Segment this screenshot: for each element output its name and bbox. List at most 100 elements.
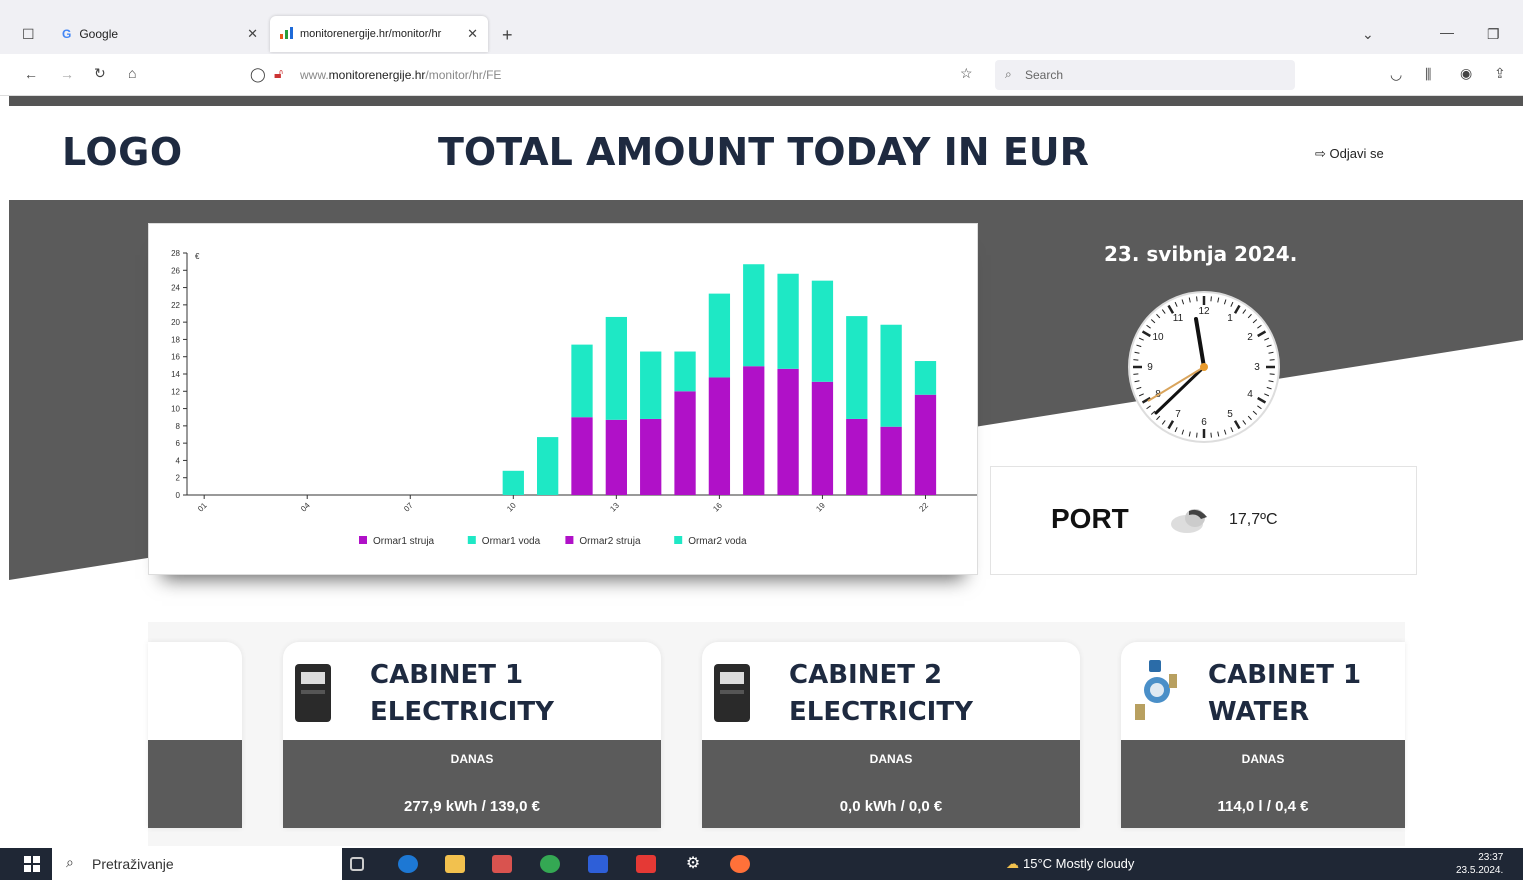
weather-card: PORT 17,7ºC	[990, 466, 1417, 575]
analog-clock: 1212 345 678 91011	[1128, 291, 1280, 443]
card-title-line2: ELECTRICITY	[370, 697, 554, 727]
bar-segment	[708, 377, 731, 495]
search-icon: ⌕	[66, 854, 74, 870]
bar-segment	[502, 470, 524, 495]
card-title-line1: CABINET 1	[370, 660, 524, 690]
clock-tick	[1269, 373, 1275, 375]
tab-label: monitorenergije.hr/monitor/hr	[300, 28, 442, 40]
close-icon[interactable]: ✕	[247, 26, 258, 42]
tray-date: 23.5.2024.	[1456, 865, 1504, 876]
tab-google[interactable]: G Google ✕	[52, 16, 268, 52]
bar-segment	[674, 351, 696, 392]
restore-icon[interactable]: ❐	[1487, 27, 1500, 41]
bar-segment	[571, 344, 593, 418]
svg-text:9: 9	[1147, 362, 1153, 373]
legend-label: Ormar2 struja	[579, 536, 641, 547]
cabinet-card-partial[interactable]	[148, 642, 242, 828]
chevron-down-icon[interactable]: ⌄	[1362, 27, 1374, 41]
date-label: 23. svibnja 2024.	[1104, 242, 1298, 266]
url-bar[interactable]: www. monitorenergije.hr/monitor/hr/FE	[240, 60, 990, 90]
water-meter-icon	[1135, 660, 1177, 720]
stacked-bar-chart: €024681012141618202224262801 04 07 10 13 16 19…	[171, 249, 977, 547]
forward-icon[interactable]: →	[60, 67, 74, 81]
clock-tick	[1269, 359, 1275, 361]
bar-segment	[914, 394, 937, 495]
logo[interactable]: LOGO	[62, 130, 183, 174]
library-icon[interactable]: ⫼	[1425, 67, 1431, 81]
card-footer	[148, 740, 242, 828]
legend-label: Ormar2 voda	[688, 536, 747, 547]
port-label: PORT	[1051, 503, 1129, 534]
page-top-bar	[9, 96, 1523, 106]
home-icon[interactable]: ⌂	[128, 66, 136, 80]
y-tick-label: 6	[176, 439, 181, 448]
period-label: DANAS	[450, 752, 494, 766]
tab-monitor[interactable]: monitorenergije.hr/monitor/hr ✕	[270, 16, 488, 52]
chrome-icon[interactable]	[540, 855, 560, 873]
x-tick-label: 13	[608, 501, 621, 514]
consumption-value: 0,0 kWh / 0,0 €	[839, 798, 943, 815]
pocket-icon[interactable]: ◡	[1390, 67, 1402, 81]
cabinet-card[interactable]: CABINET 1 ELECTRICITY DANAS 277,9 kWh / …	[283, 642, 661, 828]
chart-bars-icon	[280, 26, 294, 42]
search-icon: ⌕	[1005, 67, 1012, 81]
tray-weather-text: 15°C Mostly cloudy	[1023, 856, 1135, 871]
tray-weather[interactable]: ☁ 15°C Mostly cloudy	[1006, 856, 1134, 872]
y-tick-label: 14	[171, 370, 180, 379]
firefox-icon[interactable]	[730, 855, 750, 873]
svg-text:4: 4	[1247, 389, 1253, 400]
logout-label: Odjavi se	[1329, 146, 1384, 161]
bookmark-star-icon[interactable]: ☆	[960, 66, 973, 80]
logout-icon: ⇨	[1315, 146, 1330, 161]
bar-segment	[777, 368, 799, 495]
legend-swatch	[674, 536, 683, 544]
cabinet-card[interactable]: CABINET 1 WATER DANAS 114,0 l / 0,4 €	[1121, 642, 1405, 828]
search-input[interactable]: ⌕ Search	[995, 60, 1295, 90]
y-tick-label: 20	[171, 318, 180, 327]
clock-tick	[1210, 432, 1212, 438]
card-title: CABINET 2 ELECTRICITY	[789, 657, 973, 731]
tab-list-icon[interactable]: ☐	[22, 27, 35, 41]
close-icon[interactable]: ✕	[467, 26, 478, 42]
y-tick-label: 16	[171, 353, 180, 362]
account-icon[interactable]: ◉	[1460, 66, 1472, 80]
y-tick-label: 26	[171, 266, 180, 275]
bar-segment	[640, 351, 662, 419]
bar-segment	[880, 426, 902, 495]
windows-start-icon[interactable]	[24, 856, 40, 877]
card-header: CABINET 2 ELECTRICITY	[702, 642, 1080, 740]
anydesk-icon[interactable]	[636, 855, 656, 873]
bar-segment	[880, 324, 902, 427]
x-tick-label: 22	[917, 501, 930, 514]
task-view-icon[interactable]	[350, 857, 364, 871]
edge-icon[interactable]	[398, 855, 418, 873]
file-explorer-icon[interactable]	[445, 855, 465, 873]
settings-gear-icon[interactable]: ⚙	[683, 853, 703, 872]
tray-clock[interactable]: 23:37 23.5.2024.	[1456, 851, 1503, 877]
bar-segment	[571, 417, 593, 495]
y-tick-label: 28	[171, 249, 180, 258]
minimize-icon[interactable]: —	[1440, 25, 1454, 39]
app-icon[interactable]	[588, 855, 608, 873]
photos-icon[interactable]	[492, 855, 512, 873]
bar-segment	[674, 391, 696, 495]
svg-text:10: 10	[1152, 332, 1164, 343]
bar-segment	[640, 418, 662, 495]
extensions-icon[interactable]: ⇪	[1494, 66, 1506, 80]
taskbar-search-input[interactable]: ⌕ Pretraživanje	[52, 848, 342, 880]
cloudy-icon	[1171, 509, 1207, 533]
reload-icon[interactable]: ↻	[94, 66, 106, 80]
legend-swatch	[565, 536, 574, 544]
card-title-line1: CABINET 2	[789, 660, 943, 690]
legend-swatch	[467, 536, 476, 544]
clock-tick	[1210, 296, 1212, 302]
windows-taskbar: ⌕ Pretraživanje ⚙ ☁ 15°C Mostly cloudy 23…	[0, 848, 1523, 880]
logout-link[interactable]: ⇨ Odjavi se	[1315, 146, 1384, 162]
svg-text:12: 12	[1198, 306, 1210, 317]
url-domain: monitorenergije.hr	[328, 68, 426, 82]
cabinet-card[interactable]: CABINET 2 ELECTRICITY DANAS 0,0 kWh / 0,…	[702, 642, 1080, 828]
x-tick-label: 16	[711, 501, 724, 514]
back-icon[interactable]: ←	[24, 67, 38, 81]
new-tab-icon[interactable]: +	[502, 26, 513, 44]
x-tick-label: 01	[196, 501, 209, 514]
